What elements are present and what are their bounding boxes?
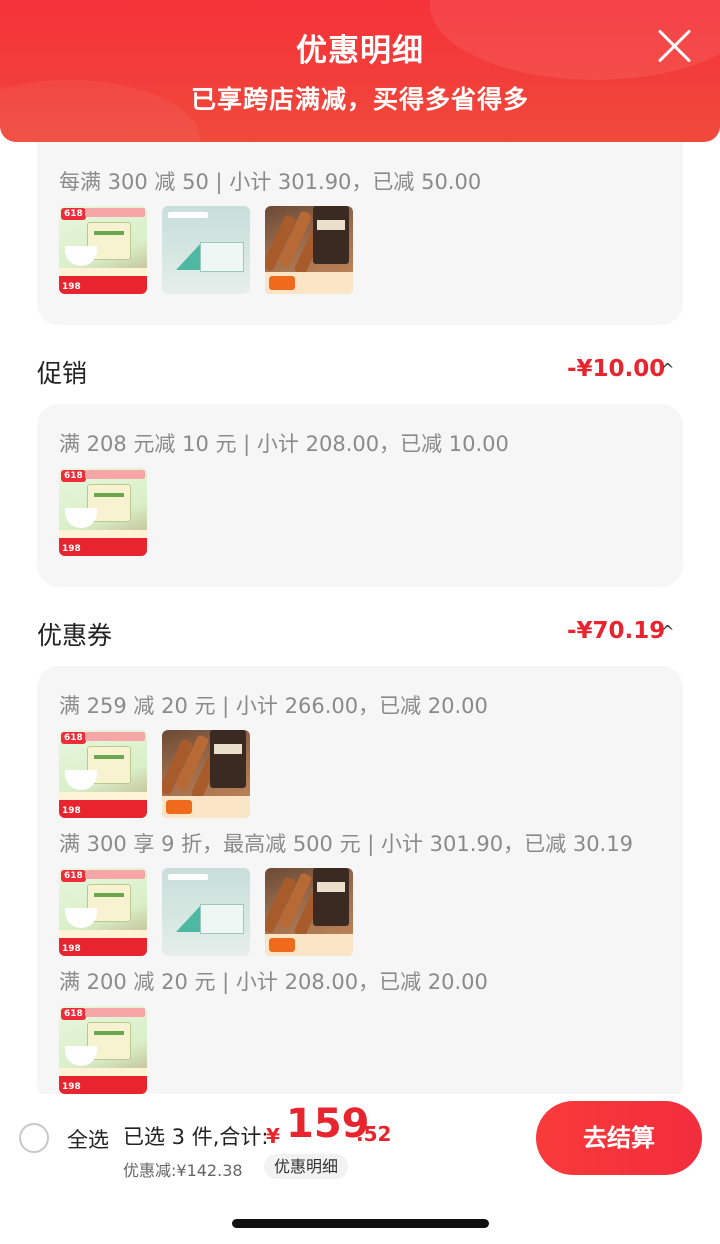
product-price: 198 xyxy=(62,1082,81,1092)
discount-amount: 优惠减:¥142.38 xyxy=(123,1161,243,1180)
page-title: 优惠明细 xyxy=(296,33,424,69)
discount-rule-line: 每满 300 减 50 | 小计 301.90，已减 50.00 xyxy=(59,170,482,194)
promo-badge: 618 xyxy=(61,1008,86,1020)
discount-detail-link[interactable]: 优惠明细 xyxy=(264,1154,349,1179)
product-thumb[interactable]: 618 198 xyxy=(59,868,147,956)
currency-symbol: ¥ xyxy=(266,1124,280,1148)
close-icon[interactable] xyxy=(656,28,692,64)
promo-badge: 618 xyxy=(61,732,86,744)
chevron-up-icon[interactable]: ^ xyxy=(661,622,674,641)
discount-card-coupon: 满 259 减 20 元 | 小计 266.00，已减 20.00 618 19… xyxy=(37,666,683,1106)
discount-rule-line: 满 200 减 20 元 | 小计 208.00，已减 20.00 xyxy=(59,970,488,994)
product-price: 198 xyxy=(62,944,81,954)
product-thumb[interactable]: 618 198 xyxy=(59,206,147,294)
discount-detail-header: 优惠明细 已享跨店满减，买得多省得多 xyxy=(0,0,720,142)
discount-rule-line: 满 300 享 9 折，最高减 500 元 | 小计 301.90，已减 30.… xyxy=(59,832,633,856)
brand-label xyxy=(168,874,208,880)
product-thumb-list: 618 198 xyxy=(59,468,147,556)
discount-rule-line: 满 259 减 20 元 | 小计 266.00，已减 20.00 xyxy=(59,694,488,718)
product-thumb[interactable] xyxy=(162,730,250,818)
product-thumb-list: 618 198 xyxy=(59,206,353,294)
product-thumb[interactable] xyxy=(162,868,250,956)
discount-rule-line: 满 208 元减 10 元 | 小计 208.00，已减 10.00 xyxy=(59,432,509,456)
product-price: 198 xyxy=(62,544,81,554)
discount-card-top: 每满 300 减 50 | 小计 301.90，已减 50.00 618 198 xyxy=(37,142,683,325)
chevron-up-icon[interactable]: ^ xyxy=(661,360,674,379)
brand-label xyxy=(168,212,208,218)
section-amount-coupon: -¥70.19 xyxy=(567,618,666,644)
selected-count-label: 已选 3 件,合计: xyxy=(123,1125,269,1149)
promo-badge: 618 xyxy=(61,470,86,482)
section-title-promo: 促销 xyxy=(37,359,88,388)
total-price-decimal: .52 xyxy=(356,1122,392,1146)
section-amount-promo: -¥10.00 xyxy=(567,356,666,382)
page-subtitle: 已享跨店满减，买得多省得多 xyxy=(190,85,529,114)
select-all-checkbox[interactable] xyxy=(19,1123,49,1153)
product-thumb-list: 618 198 xyxy=(59,730,250,818)
promo-badge: 618 xyxy=(61,870,86,882)
checkout-button[interactable]: 去结算 xyxy=(536,1101,702,1175)
product-thumb[interactable] xyxy=(265,206,353,294)
product-thumb[interactable]: 618 198 xyxy=(59,730,147,818)
product-thumb[interactable]: 618 198 xyxy=(59,1006,147,1094)
product-thumb[interactable] xyxy=(265,868,353,956)
product-price: 198 xyxy=(62,282,81,292)
section-title-coupon: 优惠券 xyxy=(37,621,113,650)
product-thumb-list: 618 198 xyxy=(59,1006,147,1094)
product-thumb[interactable] xyxy=(162,206,250,294)
home-indicator xyxy=(232,1219,489,1228)
product-thumb[interactable]: 618 198 xyxy=(59,468,147,556)
promo-badge: 618 xyxy=(61,208,86,220)
product-thumb-list: 618 198 xyxy=(59,868,353,956)
product-price: 198 xyxy=(62,806,81,816)
select-all-label[interactable]: 全选 xyxy=(67,1124,109,1154)
discount-card-promo: 满 208 元减 10 元 | 小计 208.00，已减 10.00 618 1… xyxy=(37,404,683,587)
